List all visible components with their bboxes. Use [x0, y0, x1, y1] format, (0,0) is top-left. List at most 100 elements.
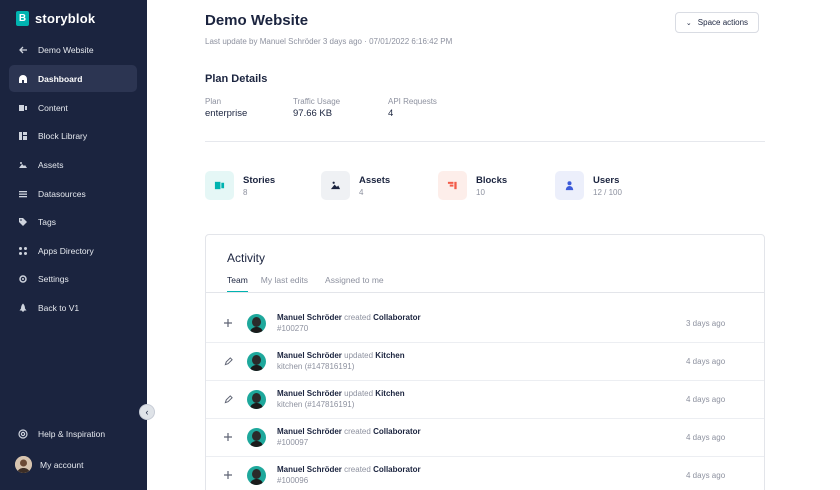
sidebar-item-dashboard[interactable]: Dashboard — [9, 65, 137, 92]
assets-icon — [18, 160, 28, 170]
rocket-icon — [18, 303, 28, 313]
sidebar-item-apps-directory[interactable]: Apps Directory — [9, 237, 137, 264]
plus-icon — [222, 431, 234, 443]
activity-detail: #100097 — [277, 438, 309, 447]
apps-icon — [18, 246, 28, 256]
stat-users[interactable]: Users 12 / 100 — [555, 171, 622, 200]
plus-icon — [222, 317, 234, 329]
activity-row[interactable]: Manuel Schröder created Collaborator #10… — [206, 305, 764, 343]
sidebar-item-settings[interactable]: Settings — [9, 265, 137, 292]
activity-target[interactable]: Kitchen — [375, 389, 404, 398]
stories-icon — [205, 171, 234, 200]
back-label: Demo Website — [38, 44, 94, 55]
stat-count: 8 — [243, 187, 248, 197]
page-title: Demo Website — [205, 12, 309, 29]
activity-target[interactable]: Collaborator — [373, 313, 421, 322]
users-icon — [555, 171, 584, 200]
activity-detail: #100096 — [277, 476, 309, 485]
tab-divider — [206, 292, 764, 293]
traffic-usage-column: Traffic Usage 97.66 KB — [293, 97, 340, 119]
activity-panel: Activity Team My last edits Assigned to … — [205, 234, 765, 490]
activity-time: 4 days ago — [686, 471, 726, 480]
activity-detail: kitchen (#147816191) — [277, 362, 355, 371]
avatar — [247, 428, 266, 447]
stat-count: 12 / 100 — [593, 187, 622, 197]
activity-user: Manuel Schröder — [277, 313, 342, 322]
avatar — [247, 314, 266, 333]
sidebar-item-label: Datasources — [38, 188, 86, 199]
activity-time: 3 days ago — [686, 319, 726, 328]
activity-tabs: Team My last edits Assigned to me — [227, 275, 397, 293]
sidebar-item-datasources[interactable]: Datasources — [9, 180, 137, 207]
tab-my-last-edits[interactable]: My last edits — [261, 275, 308, 293]
stat-name: Assets — [359, 174, 391, 186]
activity-verb: created — [344, 313, 371, 322]
storyblok-logo-icon: B — [16, 10, 29, 26]
activity-user: Manuel Schröder — [277, 351, 342, 360]
activity-summary: Manuel Schröder updated Kitchen — [277, 389, 405, 398]
sidebar-item-content[interactable]: Content — [9, 94, 137, 121]
sidebar-item-label: Settings — [38, 273, 69, 284]
activity-title: Activity — [227, 251, 266, 265]
activity-user: Manuel Schröder — [277, 427, 342, 436]
activity-row[interactable]: Manuel Schröder updated Kitchen kitchen … — [206, 343, 764, 381]
tab-team[interactable]: Team — [227, 275, 248, 293]
stat-blocks[interactable]: Blocks 10 — [438, 171, 507, 200]
sidebar-item-tags[interactable]: Tags — [9, 208, 137, 235]
pencil-icon — [222, 393, 234, 405]
block-library-icon — [18, 131, 28, 141]
activity-time: 4 days ago — [686, 433, 726, 442]
sidebar-item-label: Block Library — [38, 130, 88, 141]
account-label: My account — [40, 459, 84, 470]
lifebuoy-icon — [18, 428, 28, 439]
activity-target[interactable]: Kitchen — [375, 351, 404, 360]
activity-summary: Manuel Schröder created Collaborator — [277, 465, 421, 474]
sidebar-item-assets[interactable]: Assets — [9, 151, 137, 178]
api-requests-label: API Requests — [388, 97, 437, 106]
stat-name: Users — [593, 174, 620, 186]
back-to-space-button[interactable]: Demo Website — [9, 36, 137, 63]
main-content: Demo Website Last update by Manuel Schrö… — [147, 0, 840, 490]
activity-summary: Manuel Schröder created Collaborator — [277, 427, 421, 436]
my-account-button[interactable]: My account — [9, 451, 137, 478]
activity-target[interactable]: Collaborator — [373, 465, 421, 474]
activity-verb: updated — [344, 389, 374, 398]
sidebar-item-label: Apps Directory — [38, 245, 94, 256]
stat-count: 4 — [359, 187, 364, 197]
arrow-left-icon — [18, 45, 28, 55]
activity-row[interactable]: Manuel Schröder updated Kitchen kitchen … — [206, 381, 764, 419]
help-inspiration-button[interactable]: Help & Inspiration — [9, 420, 137, 447]
sidebar-item-block-library[interactable]: Block Library — [9, 122, 137, 149]
brand-name: storyblok — [35, 10, 96, 26]
avatar — [15, 456, 32, 473]
activity-detail: kitchen (#147816191) — [277, 400, 355, 409]
tab-assigned-to-me[interactable]: Assigned to me — [325, 275, 384, 293]
stat-stories[interactable]: Stories 8 — [205, 171, 275, 200]
activity-verb: created — [344, 427, 371, 436]
pencil-icon — [222, 355, 234, 367]
activity-target[interactable]: Collaborator — [373, 427, 421, 436]
tags-icon — [18, 217, 28, 227]
storyblok-logo[interactable]: B storyblok — [16, 10, 95, 26]
sidebar-item-label: Dashboard — [38, 73, 83, 84]
sidebar-item-label: Back to V1 — [38, 302, 80, 313]
space-actions-button[interactable]: ⌄ Space actions — [675, 12, 759, 33]
sidebar-item-back-to-v1[interactable]: Back to V1 — [9, 294, 137, 321]
avatar — [247, 390, 266, 409]
divider — [205, 141, 765, 142]
traffic-usage-value: 97.66 KB — [293, 108, 333, 119]
sidebar-item-label: Tags — [38, 216, 56, 227]
avatar — [247, 466, 266, 485]
stat-assets[interactable]: Assets 4 — [321, 171, 390, 200]
content-icon — [18, 103, 28, 113]
chevron-down-icon: ⌄ — [685, 19, 692, 27]
plan-details-title: Plan Details — [205, 73, 268, 85]
api-requests-column: API Requests 4 — [388, 97, 437, 119]
stat-name: Blocks — [476, 174, 508, 186]
sidebar-item-label: Content — [38, 102, 68, 113]
stat-count: 10 — [476, 187, 485, 197]
stat-name: Stories — [243, 174, 276, 186]
activity-verb: updated — [344, 351, 374, 360]
activity-row[interactable]: Manuel Schröder created Collaborator #10… — [206, 419, 764, 457]
activity-row[interactable]: Manuel Schröder created Collaborator #10… — [206, 457, 764, 490]
